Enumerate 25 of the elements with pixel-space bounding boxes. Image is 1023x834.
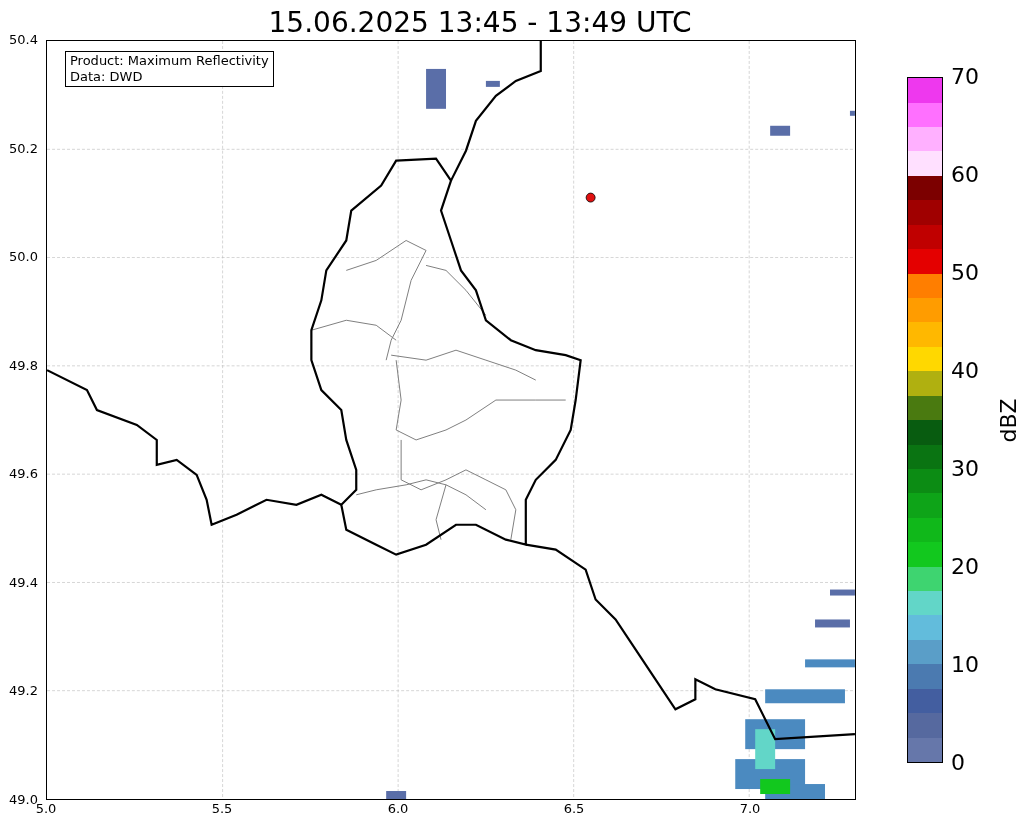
colorbar-tick-label: 40 (951, 359, 979, 383)
info-text: Product: Maximum Reflectivity (70, 53, 269, 69)
y-tick-label: 50.2 (9, 141, 38, 156)
y-tick-label: 49.8 (9, 358, 38, 373)
x-tick-label: 7.0 (739, 802, 761, 816)
chart-title: 15.06.2025 13:45 - 13:49 UTC (268, 6, 692, 40)
y-tick-label: 49.6 (9, 467, 38, 482)
y-tick-label: 49.2 (9, 684, 38, 699)
x-tick-label: 5.5 (211, 802, 233, 816)
colorbar-tick-label: 20 (951, 555, 979, 579)
colorbar-tick-label: 70 (951, 65, 979, 89)
colorbar-label: dBZ (994, 397, 1022, 443)
y-tick-label: 49.4 (9, 575, 38, 590)
x-tick-label: 6.0 (387, 802, 409, 816)
y-tick-label: 49.0 (9, 793, 38, 807)
x-tick-label: 6.5 (563, 802, 585, 816)
info-text: Data: DWD (70, 69, 144, 85)
colorbar-tick-label: 0 (951, 751, 965, 775)
y-tick-label: 50.4 (9, 33, 38, 47)
location-marker (585, 192, 596, 203)
colorbar-tick-label: 60 (951, 163, 979, 187)
colorbar-tick-label: 10 (951, 653, 979, 677)
colorbar-tick-label: 50 (951, 261, 979, 285)
y-tick-label: 50.0 (9, 250, 38, 265)
colorbar-tick-label: 30 (951, 457, 979, 481)
